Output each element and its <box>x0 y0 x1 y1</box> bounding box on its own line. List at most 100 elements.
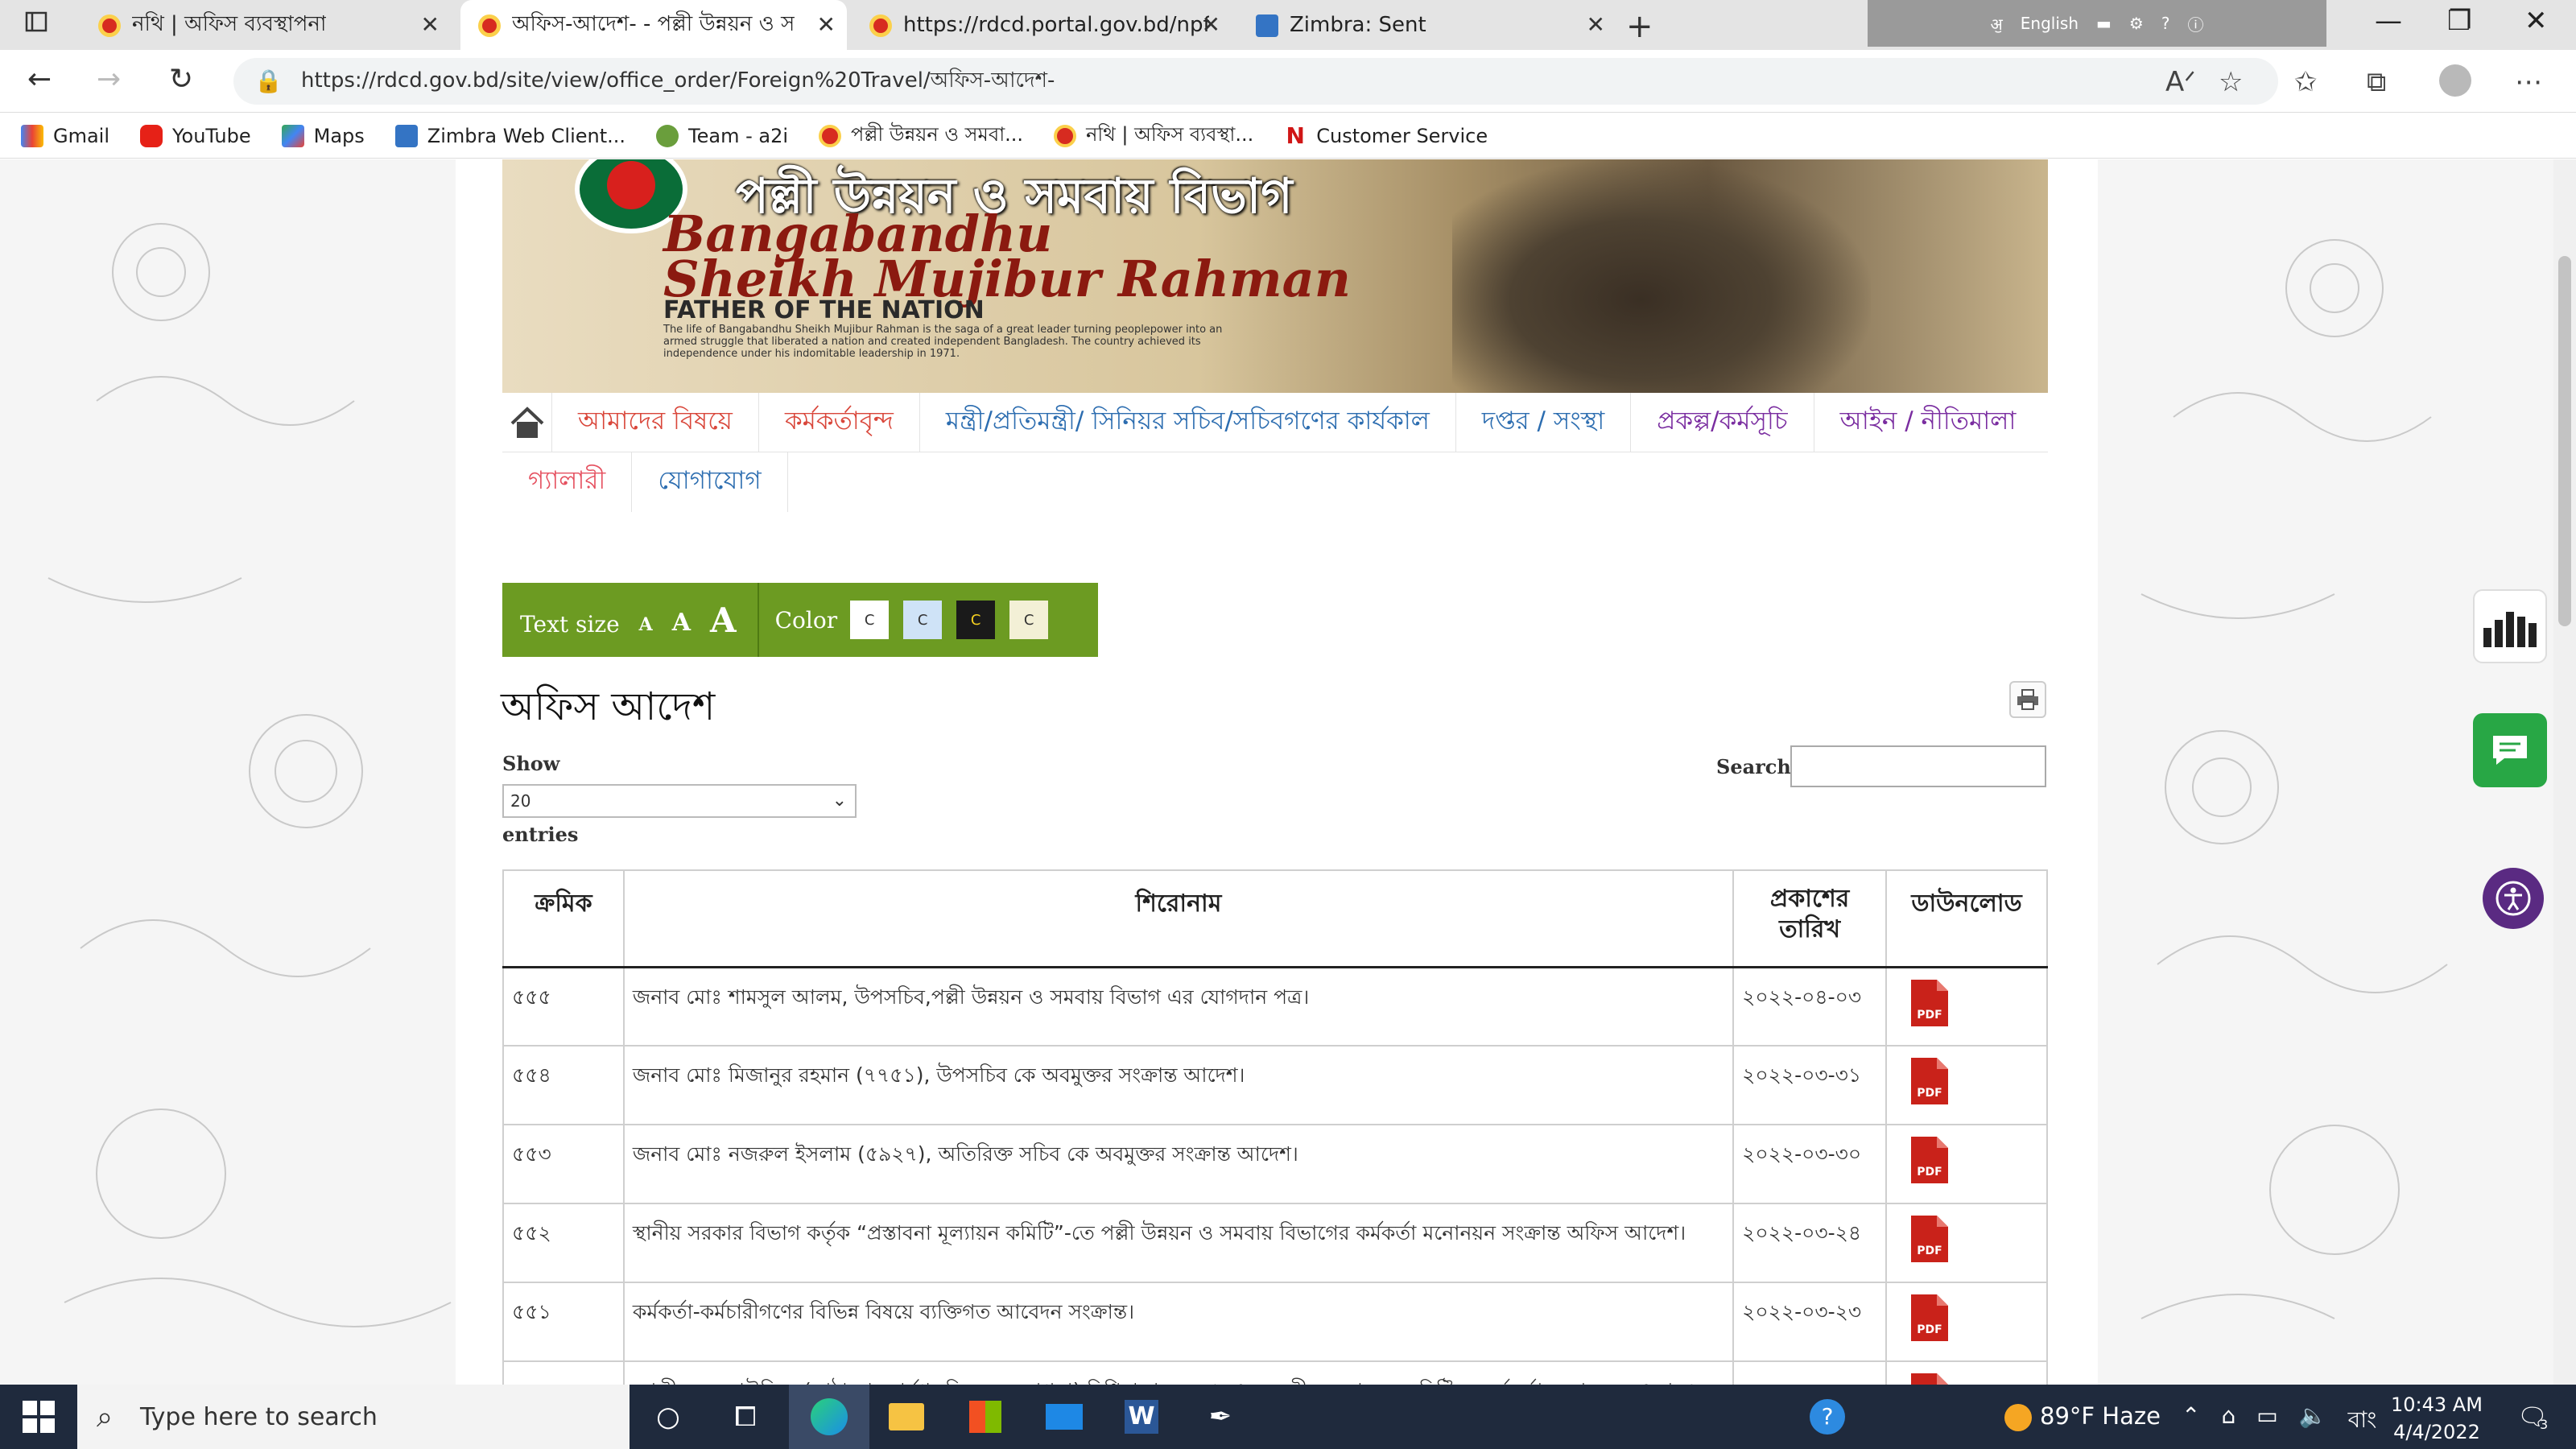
help-bubble-icon[interactable]: ? <box>1805 1394 1850 1439</box>
scrollbar-thumb[interactable] <box>2558 256 2571 626</box>
text-size-small-button[interactable]: A <box>639 614 653 635</box>
taskbar-search-input[interactable]: ⌕ Type here to search <box>77 1385 630 1449</box>
restore-window-icon[interactable]: ❐ <box>2447 5 2471 37</box>
banner-subtitle: FATHER OF THE NATION <box>663 296 985 324</box>
text-size-medium-button[interactable]: A <box>672 609 691 637</box>
pdf-download-icon[interactable]: PDF <box>1909 1372 1950 1385</box>
edge-browser-icon[interactable] <box>807 1394 852 1439</box>
entries-per-page-select[interactable]: 20 ⌄ <box>502 784 857 818</box>
nav-officers[interactable]: কর্মকর্তাবৃন্দ <box>759 393 920 452</box>
weather-widget[interactable]: 89°F Haze <box>2004 1402 2161 1431</box>
pdf-download-icon[interactable]: PDF <box>1909 978 1950 1028</box>
bookmark-youtube[interactable]: YouTube <box>140 124 251 147</box>
stats-widget-icon[interactable] <box>2473 589 2547 663</box>
bookmark-maps[interactable]: Maps <box>281 124 365 147</box>
system-tray: ⌃ ⌂ ▭ 🔈 বাং <box>2182 1402 2376 1440</box>
nav-projects[interactable]: প্রকল্প/কর্মসূচি <box>1631 393 1814 452</box>
browser-tab-npfad[interactable]: https://rdcd.portal.gov.bd/npfad ✕ <box>852 0 1232 50</box>
nav-departments[interactable]: দপ্তর / সংস্থা <box>1456 393 1632 452</box>
bd-govt-icon <box>1054 124 1077 147</box>
reload-icon[interactable]: ↻ <box>169 63 193 96</box>
file-explorer-icon[interactable] <box>884 1394 929 1439</box>
word-icon[interactable]: W <box>1119 1394 1164 1439</box>
back-icon[interactable]: ← <box>27 63 52 96</box>
row-serial: ৫৫০ <box>502 1360 625 1385</box>
url-bar[interactable]: 🔒 https://rdcd.gov.bd/site/view/office_o… <box>233 58 2278 105</box>
row-title: জাতীয় যুব কাউন্সিল (কাঠামো, কার্যপদ্ধতি… <box>622 1360 1735 1385</box>
close-tab-icon[interactable]: ✕ <box>817 11 836 38</box>
tab-actions-icon[interactable] <box>24 10 56 42</box>
color-dark-button[interactable]: C <box>955 599 997 641</box>
forward-icon[interactable]: → <box>97 63 121 96</box>
column-header-download[interactable]: ডাউনলোড <box>1885 869 2048 968</box>
browser-tab-zimbra[interactable]: Zimbra: Sent ✕ <box>1238 0 1616 50</box>
chat-widget-icon[interactable] <box>2473 713 2547 787</box>
column-header-date[interactable]: প্রকাশের তারিখ <box>1732 869 1888 968</box>
close-window-icon[interactable]: ✕ <box>2524 5 2548 37</box>
bookmark-customer-service[interactable]: N Customer Service <box>1284 124 1488 147</box>
bookmark-team-a2i[interactable]: Team - a2i <box>656 124 788 147</box>
nav-ministers-tenure[interactable]: মন্ত্রী/প্রতিমন্ত্রী/ সিনিয়র সচিব/সচিবগ… <box>920 393 1456 452</box>
pdf-download-icon[interactable]: PDF <box>1909 1293 1950 1343</box>
app-feather-icon[interactable]: ✒ <box>1198 1394 1243 1439</box>
network-icon[interactable]: ⌂ <box>2221 1402 2235 1440</box>
main-page-container: পল্লী উন্নয়ন ও সমবায় বিভাগ Bangabandhu… <box>456 159 2098 1385</box>
column-header-serial[interactable]: ক্রমিক <box>502 869 625 968</box>
color-cream-button[interactable]: C <box>1008 599 1051 641</box>
nav-laws-policies[interactable]: আইন / নীতিমালা <box>1814 393 2042 452</box>
search-input[interactable] <box>1790 745 2046 787</box>
windows-taskbar: ⌕ Type here to search ○ ⧠ W ✒ ? 89°F Haz… <box>0 1385 2576 1449</box>
browser-tab-office-order[interactable]: অফিস-আদেশ- - পল্লী উন্নয়ন ও স ✕ <box>460 0 847 50</box>
nav-contact[interactable]: যোগাযোগ <box>632 452 788 512</box>
mail-icon[interactable] <box>1042 1394 1087 1439</box>
profile-avatar-icon[interactable] <box>2439 64 2471 97</box>
page-scrollbar[interactable] <box>2553 159 2576 1385</box>
bookmark-gmail[interactable]: Gmail <box>21 124 109 147</box>
display-icon[interactable]: ▭ <box>2256 1402 2277 1440</box>
chevron-up-icon[interactable]: ⌃ <box>2182 1402 2200 1440</box>
close-tab-icon[interactable]: ✕ <box>1587 11 1605 38</box>
windows-start-icon[interactable] <box>23 1401 55 1436</box>
bookmark-zimbra[interactable]: Zimbra Web Client... <box>394 124 625 147</box>
pdf-download-icon[interactable]: PDF <box>1909 1135 1950 1185</box>
favorite-star-icon[interactable]: ☆ <box>2219 66 2243 98</box>
new-tab-icon[interactable]: + <box>1626 8 1653 45</box>
cortana-icon[interactable]: ○ <box>646 1394 691 1439</box>
column-header-title[interactable]: শিরোনাম <box>622 869 1735 968</box>
nav-about[interactable]: আমাদের বিষয়ে <box>552 393 759 452</box>
language-bar[interactable]: ॶ English ▬ ⚙ ? ⓘ <box>1868 0 2326 47</box>
favorites-icon[interactable]: ✩ <box>2294 66 2318 98</box>
text-size-large-button[interactable]: A <box>710 601 737 640</box>
notification-icon[interactable]: 🗨 3 <box>2510 1394 2555 1439</box>
close-tab-icon[interactable]: ✕ <box>421 11 440 38</box>
page-viewport: পল্লী উন্নয়ন ও সমবায় বিভাগ Bangabandhu… <box>0 159 2553 1385</box>
pdf-download-icon[interactable]: PDF <box>1909 1056 1950 1106</box>
home-icon[interactable] <box>502 393 552 452</box>
nav-gallery[interactable]: গ্যালারী <box>502 452 633 512</box>
minimize-window-icon[interactable]: — <box>2375 5 2402 37</box>
pdf-download-icon[interactable]: PDF <box>1909 1214 1950 1264</box>
taskbar-clock[interactable]: 10:43 AM 4/4/2022 <box>2391 1391 2483 1446</box>
row-date: ২০২২-০৩-২৩ <box>1732 1282 1888 1362</box>
more-menu-icon[interactable]: ⋯ <box>2515 66 2542 98</box>
collections-icon[interactable]: ⧉ <box>2367 66 2386 98</box>
print-icon[interactable] <box>2009 681 2046 718</box>
row-serial: ৫৫৩ <box>502 1124 625 1204</box>
color-blue-button[interactable]: C <box>902 599 944 641</box>
browser-tab-nothi[interactable]: নথি | অফিস ব্যবস্থাপনা ✕ <box>80 0 451 50</box>
read-aloud-icon[interactable]: Aᐟ <box>2165 66 2196 98</box>
task-view-icon[interactable]: ⧠ <box>723 1394 768 1439</box>
tab-title: https://rdcd.portal.gov.bd/npfad <box>903 13 1209 37</box>
color-white-button[interactable]: C <box>848 599 891 641</box>
svg-text:PDF: PDF <box>1917 1166 1942 1179</box>
ime-language[interactable]: বাং <box>2348 1402 2377 1440</box>
bookmark-nothi[interactable]: নথি | অফিস ব্যবস্থা... <box>1054 120 1253 152</box>
banner-blurb: The life of Bangabandhu Sheikh Mujibur R… <box>663 324 1223 360</box>
accessibility-widget-icon[interactable] <box>2483 868 2544 929</box>
volume-icon[interactable]: 🔈 <box>2299 1402 2327 1440</box>
bookmark-rdcd[interactable]: পল্লী উন্নয়ন ও সমবা... <box>819 120 1023 152</box>
lock-icon: 🔒 <box>254 68 283 94</box>
clock-date: 4/4/2022 <box>2393 1421 2480 1443</box>
microsoft-store-icon[interactable] <box>963 1394 1008 1439</box>
close-tab-icon[interactable]: ✕ <box>1202 11 1220 38</box>
